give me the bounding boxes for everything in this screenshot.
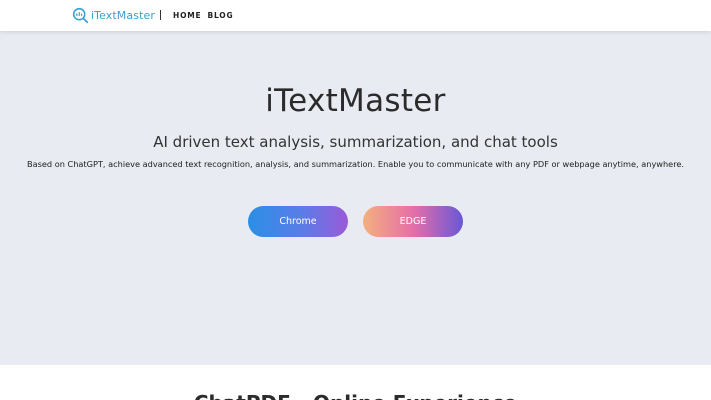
chrome-button[interactable]: Chrome <box>248 206 348 237</box>
magnifier-chat-icon <box>72 7 89 24</box>
page: iTextMaster HOME BLOG iTextMaster AI dri… <box>0 0 711 400</box>
hero-subtitle: AI driven text analysis, summarization, … <box>153 133 558 151</box>
logo-text: iTextMaster <box>91 9 155 22</box>
online-experience-section: ChatPDF - Online Experience <box>0 365 711 400</box>
edge-button[interactable]: EDGE <box>363 206 463 237</box>
nav-blog-link[interactable]: BLOG <box>207 11 233 20</box>
section-title: ChatPDF - Online Experience <box>0 391 711 400</box>
main-nav: HOME BLOG <box>173 11 233 20</box>
hero-section: iTextMaster AI driven text analysis, sum… <box>0 31 711 365</box>
site-header: iTextMaster HOME BLOG <box>0 0 711 31</box>
site-logo[interactable]: iTextMaster <box>72 6 155 25</box>
nav-divider <box>160 10 161 20</box>
nav-home-link[interactable]: HOME <box>173 11 201 20</box>
hero-title: iTextMaster <box>265 83 446 119</box>
hero-description: Based on ChatGPT, achieve advanced text … <box>26 159 685 169</box>
